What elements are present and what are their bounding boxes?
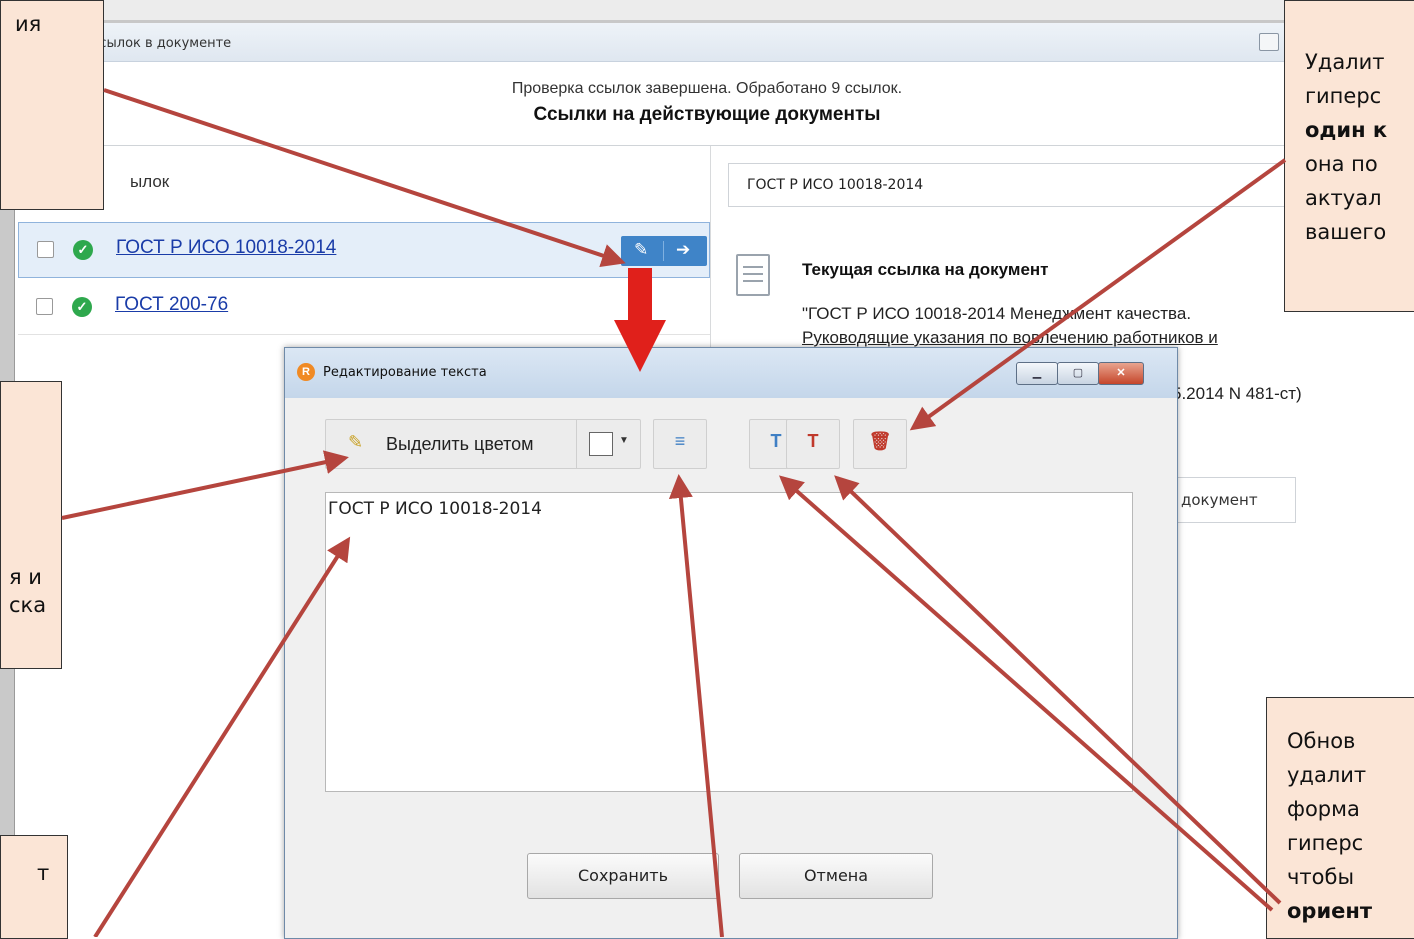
arrow-line — [668, 474, 724, 937]
arrow-line — [93, 536, 351, 937]
arrow-line — [834, 475, 1282, 905]
arrow-line — [103, 88, 626, 268]
annotation-arrows — [61, 88, 1287, 937]
arrow-line — [61, 450, 349, 520]
red-down-arrow — [614, 268, 666, 372]
arrow-line — [778, 475, 1274, 912]
arrow-line — [909, 158, 1287, 431]
